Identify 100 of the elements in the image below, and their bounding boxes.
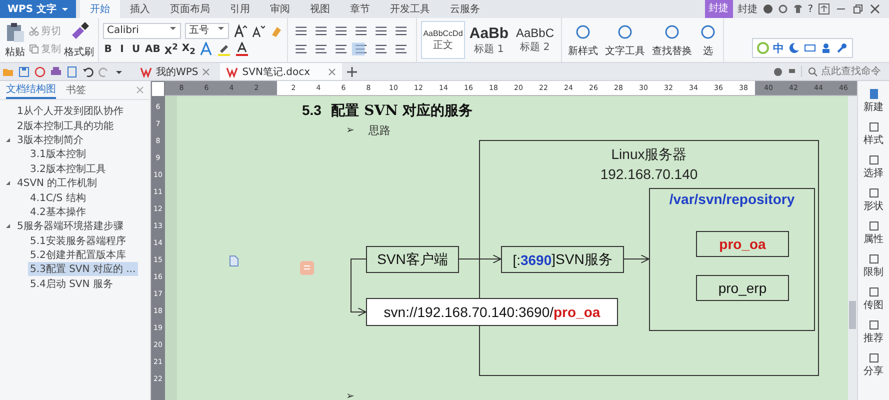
format-button[interactable]: X$^{2}$	[164, 42, 178, 58]
close-icon[interactable]	[328, 68, 336, 76]
server-ip: 192.168.70.140	[600, 165, 698, 184]
ribbon-tab[interactable]: 章节	[340, 0, 380, 18]
client-node: SVN客户端	[366, 246, 459, 273]
sidebar-icon	[868, 352, 880, 364]
tool-button[interactable]: 选	[703, 44, 713, 58]
preview-icon[interactable]	[66, 66, 78, 78]
outline-item[interactable]: 1从个人开发到团队协作	[15, 104, 126, 118]
sidebar-button[interactable]: 推荐	[858, 316, 888, 347]
ime-mode[interactable]: 中	[773, 40, 784, 56]
user-name[interactable]: 封捷	[738, 2, 758, 16]
section-heading: 5.3 配置 SVN 对应的服务	[302, 102, 474, 121]
wrench-icon[interactable]	[836, 42, 848, 54]
close-icon[interactable]	[869, 3, 881, 15]
ribbon-tab[interactable]: 插入	[120, 0, 160, 18]
search-icon	[808, 66, 818, 76]
style-preset[interactable]: AaBb 标题 1	[467, 21, 511, 59]
bullet-text: 思路	[368, 122, 390, 138]
ribbon-tab[interactable]: 审阅	[260, 0, 300, 18]
highlighter-icon[interactable]	[217, 42, 232, 56]
caret-icon[interactable]	[60, 5, 69, 13]
format-painter-button[interactable]: 格式刷	[64, 45, 94, 59]
outline-item[interactable]: 5服务器端环境搭建步骤	[15, 219, 126, 234]
font-family-dropdown[interactable]: Calibri	[103, 22, 181, 39]
outline-item[interactable]: 5.3配置 SVN 对应的 ...	[28, 262, 138, 276]
scrollbar-thumb[interactable]	[849, 301, 856, 329]
sidebar-button[interactable]: 新建	[858, 85, 888, 116]
format-button[interactable]: I	[117, 44, 127, 55]
repository-path: /var/svn/repository	[669, 191, 795, 207]
add-tab-icon[interactable]	[346, 66, 358, 78]
sidebar-button[interactable]: 分享	[858, 349, 888, 380]
format-button[interactable]: AB	[145, 44, 160, 55]
clipboard-icon[interactable]	[4, 21, 26, 43]
moon-icon[interactable]	[788, 42, 800, 54]
sidebar-icon	[868, 154, 880, 166]
font-color-icon[interactable]	[235, 42, 250, 56]
panel-tab[interactable]: 文档结构图	[6, 81, 56, 99]
text-effect-icon[interactable]	[199, 42, 214, 56]
save-icon[interactable]	[18, 66, 30, 78]
ime-toolbar[interactable]: 中	[752, 38, 853, 58]
outline-item[interactable]: 4.1C/S 结构	[28, 190, 88, 205]
sidebar-button[interactable]: 选择	[858, 151, 888, 182]
outline-item[interactable]: 5.4启动 SVN 服务	[28, 276, 115, 291]
scissors-icon[interactable]	[29, 26, 39, 36]
panel-tab[interactable]: 书签	[66, 81, 86, 99]
outline-item[interactable]: 5.1安装服务器端程序	[28, 234, 128, 248]
sidebar-button[interactable]: 限制	[858, 250, 888, 281]
close-icon[interactable]	[202, 68, 210, 76]
font-size-dropdown[interactable]: 五号	[185, 22, 229, 39]
ribbon-tab[interactable]: 云服务	[440, 0, 490, 18]
document-tab[interactable]: SVN笔记.docx	[220, 63, 342, 80]
sidebar-button[interactable]: 样式	[858, 118, 888, 149]
outline-item[interactable]: 5.2创建并配置版本库	[28, 248, 128, 262]
paste-button[interactable]: 粘贴	[5, 45, 25, 59]
shrink-font-icon[interactable]	[251, 24, 265, 38]
ribbon-tab[interactable]: 页面布局	[160, 0, 220, 18]
sidebar-button[interactable]: 形状	[858, 184, 888, 215]
style-preset[interactable]: AaBbC 标题 2	[513, 21, 557, 59]
tool-button[interactable]: 文字工具	[605, 44, 645, 58]
avatar-icon[interactable]	[762, 4, 773, 14]
ribbon-tab[interactable]: 视图	[300, 0, 340, 18]
ribbon-tab[interactable]: 开始	[80, 0, 120, 18]
app-menu-button[interactable]: WPS 文字	[0, 0, 76, 18]
sidebar-button[interactable]: 属性	[858, 217, 888, 248]
outline-item[interactable]: 4SVN 的工作机制	[15, 176, 100, 190]
format-button[interactable]: X$_{2}$	[182, 42, 196, 56]
shirt-icon[interactable]	[792, 4, 803, 14]
restore-icon[interactable]	[852, 3, 864, 15]
undo-icon[interactable]	[82, 66, 94, 78]
format-button[interactable]: U	[131, 44, 141, 55]
tool-button[interactable]: 查找替换	[652, 44, 692, 58]
expand-arrow-icon[interactable]	[5, 136, 11, 143]
expand-arrow-icon[interactable]	[5, 223, 11, 230]
style-preset[interactable]: AaBbCcDd 正文	[421, 21, 465, 59]
person-icon[interactable]	[820, 42, 832, 54]
pin-icon[interactable]	[818, 3, 830, 15]
ribbon-tab[interactable]: 引用	[220, 0, 260, 18]
help-button[interactable]: ?	[808, 4, 813, 14]
grow-font-icon[interactable]	[233, 24, 247, 38]
outline-item[interactable]: 3版本控制简介	[15, 132, 86, 147]
command-search-field[interactable]: 点此查找命令	[801, 66, 889, 77]
outline-item[interactable]: 2版本控制工具的功能	[15, 118, 116, 133]
copy-icon[interactable]	[29, 44, 39, 54]
format-button[interactable]: B	[103, 44, 113, 55]
account-badge[interactable]: 封捷	[704, 0, 733, 18]
print-icon[interactable]	[50, 66, 62, 78]
sidebar-icon	[868, 186, 880, 198]
keyboard-icon[interactable]	[804, 42, 816, 54]
ribbon-tab[interactable]: 开发工具	[380, 0, 440, 18]
outline-item[interactable]: 3.1版本控制	[28, 147, 88, 162]
expand-arrow-icon[interactable]	[5, 180, 11, 186]
tool-button[interactable]: 新样式	[568, 44, 598, 58]
sidebar-icon	[868, 220, 880, 232]
outline-item[interactable]: 3.2版本控制工具	[28, 162, 108, 176]
sidebar-button[interactable]: 传图	[858, 283, 888, 314]
arrow	[350, 258, 366, 316]
sidebar-icon	[868, 88, 880, 100]
outline-item[interactable]: 4.2基本操作	[28, 204, 88, 219]
sidebar-icon	[868, 252, 880, 264]
